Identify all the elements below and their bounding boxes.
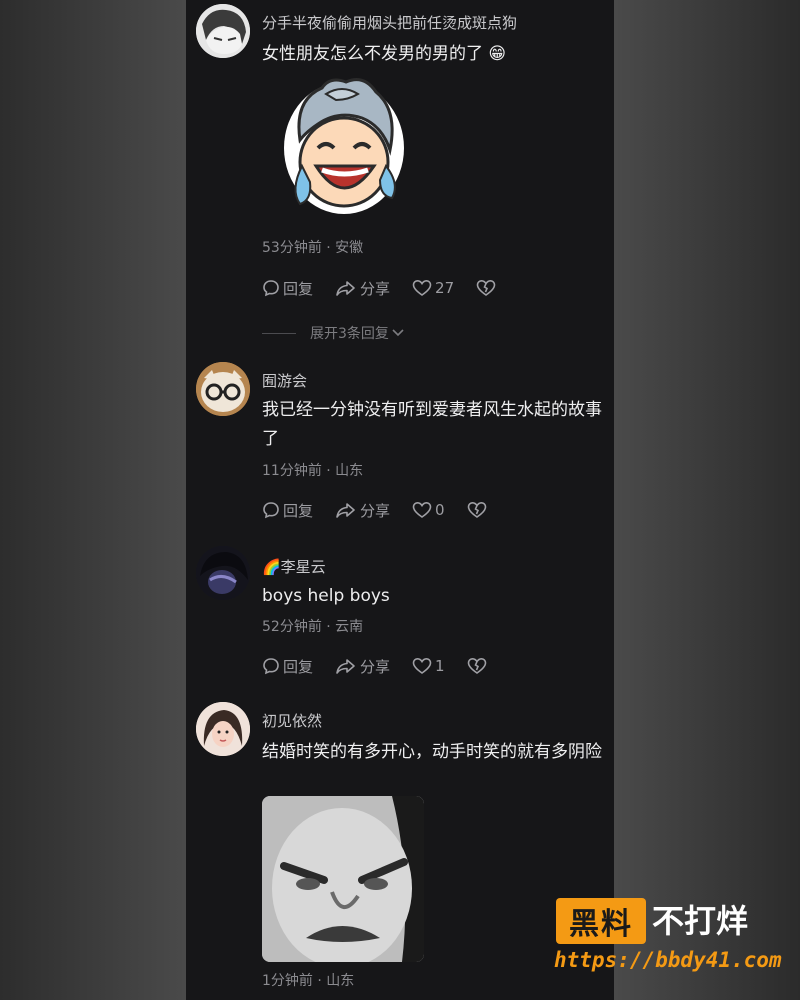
reply-icon: [263, 280, 279, 297]
like-button[interactable]: 27: [412, 279, 454, 297]
reply-label: 回复: [283, 501, 314, 520]
share-button[interactable]: 分享: [335, 656, 390, 677]
background-right: [614, 0, 800, 1000]
like-button[interactable]: 0: [412, 501, 445, 519]
heart-icon: [412, 657, 432, 674]
avatar[interactable]: [196, 546, 250, 600]
watermark-url: https://bbdy41.com: [554, 948, 782, 972]
share-button[interactable]: 分享: [335, 500, 390, 521]
dislike-button[interactable]: [467, 501, 490, 519]
share-icon: [336, 281, 355, 296]
avatar[interactable]: [196, 362, 250, 416]
like-count: 1: [435, 657, 445, 675]
reply-label: 回复: [283, 657, 314, 676]
comment-meta: 53分钟前 · 安徽: [262, 240, 364, 256]
broken-heart-icon: [467, 501, 486, 518]
expand-label: 展开3条回复: [310, 326, 389, 342]
reply-label: 回复: [283, 279, 314, 298]
comment-text: 结婚时笑的有多开心，动手时笑的就有多阴险: [262, 742, 602, 762]
comment-actions: 回复 分享 0: [262, 499, 512, 521]
like-count: 27: [435, 279, 455, 297]
reply-icon: [263, 658, 279, 675]
dislike-button[interactable]: [476, 279, 499, 297]
share-icon: [336, 503, 355, 518]
watermark-badge: 黑料: [556, 898, 646, 944]
like-count: 0: [435, 501, 445, 519]
share-icon: [336, 659, 355, 674]
broken-heart-icon: [476, 279, 496, 296]
share-label: 分享: [360, 657, 391, 676]
background-left: [0, 0, 186, 1000]
share-label: 分享: [360, 279, 391, 298]
comment-text: 女性朋友怎么不发男的男的了 😁: [262, 40, 602, 69]
comment-text: boys help boys: [262, 586, 390, 606]
chevron-down-icon: [392, 329, 404, 337]
comment-actions: 回复 分享 27: [262, 277, 521, 299]
share-label: 分享: [360, 501, 391, 520]
like-button[interactable]: 1: [412, 657, 445, 675]
grin-emoji-icon: 😁: [488, 44, 507, 64]
username[interactable]: 囿游会: [262, 370, 307, 391]
reply-button[interactable]: 回复: [262, 278, 313, 299]
divider: [262, 332, 296, 334]
comment-meta: 52分钟前 · 云南: [262, 619, 364, 635]
broken-heart-icon: [467, 657, 486, 674]
reply-icon: [263, 502, 279, 519]
share-button[interactable]: 分享: [335, 278, 390, 299]
comment-meta: 1分钟前 · 山东: [262, 973, 355, 989]
laughing-sticker-image[interactable]: [272, 70, 412, 220]
comment-meta: 11分钟前 · 山东: [262, 463, 364, 479]
avatar[interactable]: [196, 702, 250, 756]
username[interactable]: 🌈李星云: [262, 556, 326, 577]
comment-text: 我已经一分钟没有听到爱妻者风生水起的故事了: [262, 400, 602, 449]
reply-button[interactable]: 回复: [262, 656, 313, 677]
username[interactable]: 初见依然: [262, 710, 322, 731]
heart-icon: [412, 279, 432, 296]
comment-actions: 回复 分享 1: [262, 655, 512, 677]
reply-button[interactable]: 回复: [262, 500, 313, 521]
dislike-button[interactable]: [467, 657, 490, 675]
angry-face-sticker-image[interactable]: [262, 796, 424, 962]
avatar[interactable]: [196, 4, 250, 58]
username[interactable]: 分手半夜偷偷用烟头把前任烫成斑点狗: [262, 12, 517, 33]
expand-replies-button[interactable]: 展开3条回复: [262, 323, 405, 343]
watermark-text: 不打烊: [652, 902, 749, 940]
comment-feed[interactable]: 分手半夜偷偷用烟头把前任烫成斑点狗 女性朋友怎么不发男的男的了 😁 53分钟前 …: [186, 0, 614, 1000]
comment-text-content: 女性朋友怎么不发男的男的了: [262, 44, 483, 64]
heart-icon: [412, 501, 432, 518]
